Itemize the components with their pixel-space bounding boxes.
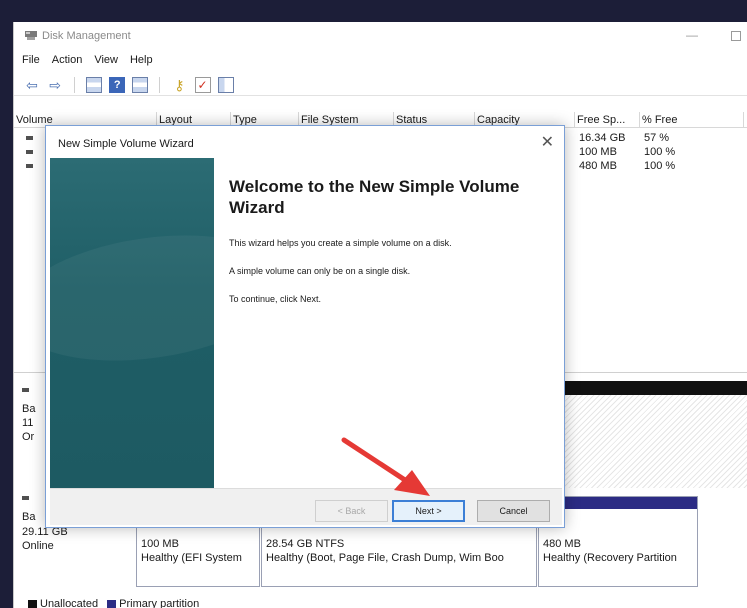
free-space-value: 16.34 GB bbox=[579, 132, 626, 144]
disk0-icon bbox=[22, 388, 29, 392]
percent-free-value: 100 % bbox=[644, 146, 676, 158]
unallocated-bar bbox=[554, 381, 747, 395]
disk-management-window: Disk Management — File Action View Help ⇦ ⇨… bbox=[13, 22, 747, 608]
partition-status: Healthy (Recovery Partition bbox=[543, 552, 677, 564]
partition-size: 480 MB bbox=[543, 538, 581, 550]
wizard-heading: Welcome to the New Simple Volume Wizard bbox=[229, 177, 520, 217]
menu-file[interactable]: File bbox=[14, 52, 46, 68]
wizard-paragraph: To continue, click Next. bbox=[229, 294, 322, 304]
checkbox-icon[interactable]: ✓ bbox=[194, 77, 211, 93]
close-icon[interactable]: ✕ bbox=[541, 132, 554, 152]
partition-size: 100 MB bbox=[141, 538, 179, 550]
disk1-name: Ba bbox=[22, 511, 36, 523]
help-icon[interactable]: ? bbox=[109, 77, 126, 93]
volume-icon bbox=[26, 150, 33, 154]
back-button[interactable]: < Back bbox=[315, 500, 388, 522]
disk0-unallocated-region[interactable] bbox=[554, 395, 747, 488]
back-arrow-icon[interactable]: ⇦ bbox=[24, 77, 40, 93]
cancel-button[interactable]: Cancel bbox=[477, 500, 550, 522]
table-view-icon[interactable] bbox=[132, 77, 149, 93]
title-bar: Disk Management — bbox=[14, 22, 747, 50]
forward-arrow-icon[interactable]: ⇨ bbox=[47, 77, 63, 93]
disk1-label: 29.11 GB Online bbox=[22, 525, 132, 553]
toolbar-separator bbox=[74, 77, 76, 93]
list-view-icon[interactable] bbox=[86, 77, 103, 93]
wizard-title: New Simple Volume Wizard bbox=[58, 138, 194, 150]
wizard-paragraph: This wizard helps you create a simple vo… bbox=[229, 238, 452, 248]
partition-status: Healthy (Boot, Page File, Crash Dump, Wi… bbox=[266, 552, 504, 564]
minimize-button[interactable]: — bbox=[682, 26, 702, 46]
desktop-background: Disk Management — File Action View Help ⇦ ⇨… bbox=[0, 0, 747, 608]
properties-panel-icon[interactable] bbox=[217, 77, 234, 93]
wizard-side-banner bbox=[50, 158, 214, 488]
partition-status: Healthy (EFI System bbox=[141, 552, 242, 564]
toolbar: ⇦ ⇨ ? ⚷ ✓ bbox=[14, 74, 747, 96]
menu-view[interactable]: View bbox=[88, 52, 124, 68]
volume-icon bbox=[26, 136, 33, 140]
disk1-icon bbox=[22, 496, 29, 500]
disk1-status: Online bbox=[22, 540, 54, 552]
free-space-value: 100 MB bbox=[579, 146, 617, 158]
column-percent-free[interactable]: % Free bbox=[640, 112, 744, 128]
maximize-button[interactable] bbox=[731, 31, 741, 41]
disk0-status: Or bbox=[22, 431, 35, 443]
new-simple-volume-wizard-dialog: New Simple Volume Wizard ✕ Welcome to th… bbox=[45, 125, 565, 528]
legend-primary-swatch bbox=[107, 599, 117, 608]
percent-free-value: 100 % bbox=[644, 160, 676, 172]
menu-action[interactable]: Action bbox=[46, 52, 89, 68]
next-button[interactable]: Next > bbox=[392, 500, 465, 522]
legend: Unallocated Primary partition bbox=[28, 598, 205, 608]
disk-management-icon bbox=[25, 31, 37, 40]
volume-icon bbox=[26, 164, 33, 168]
legend-primary-label: Primary partition bbox=[119, 598, 200, 608]
percent-free-value: 57 % bbox=[644, 132, 670, 144]
partition-size: 28.54 GB NTFS bbox=[266, 538, 345, 550]
menu-help[interactable]: Help bbox=[124, 52, 159, 68]
legend-unallocated-label: Unallocated bbox=[40, 598, 99, 608]
key-icon[interactable]: ⚷ bbox=[171, 77, 187, 93]
menu-bar: File Action View Help bbox=[14, 52, 747, 72]
legend-unallocated-swatch bbox=[28, 599, 37, 608]
wizard-paragraph: A simple volume can only be on a single … bbox=[229, 266, 411, 276]
toolbar-separator bbox=[159, 77, 161, 93]
column-free-space[interactable]: Free Sp... bbox=[575, 112, 640, 128]
disk0-size: 11 bbox=[22, 417, 34, 429]
free-space-value: 480 MB bbox=[579, 160, 617, 172]
disk0-name: Ba bbox=[22, 403, 36, 415]
banner-decoration bbox=[50, 219, 214, 377]
window-title: Disk Management bbox=[42, 30, 131, 42]
